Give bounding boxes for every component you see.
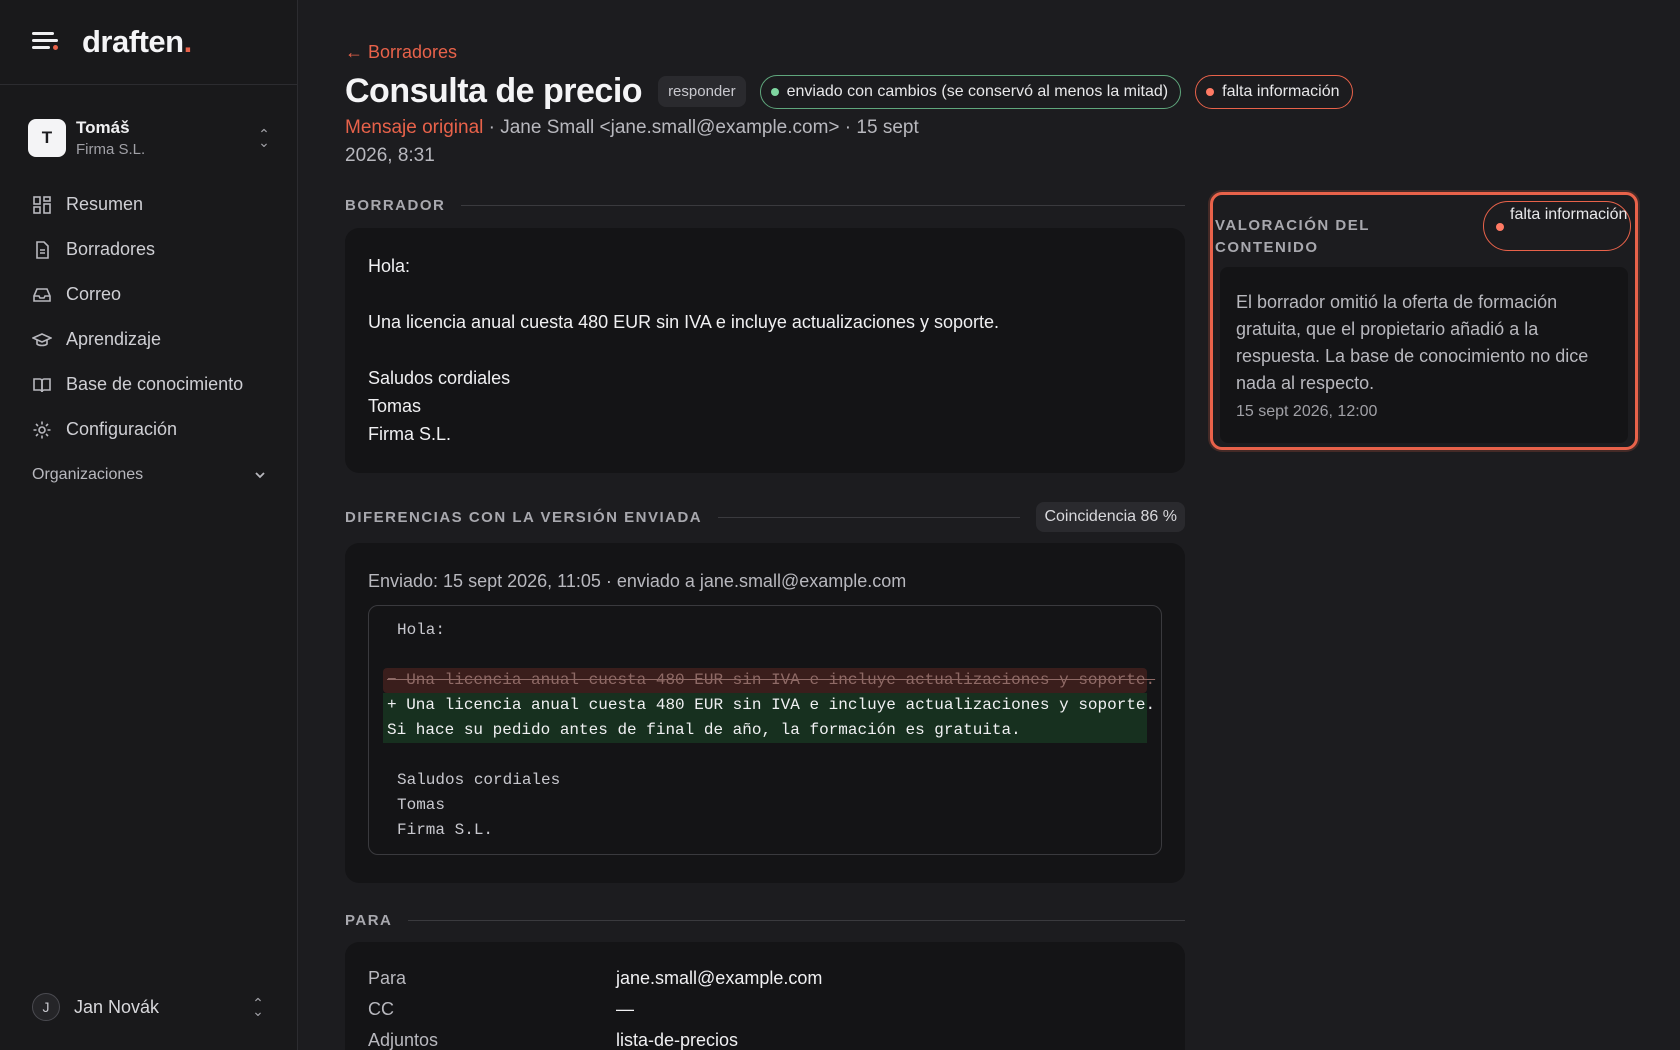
message-meta: Mensaje original · Jane Small <jane.smal… — [345, 117, 919, 166]
sidebar-item-label: Correo — [66, 284, 122, 304]
brand-bar: draften. — [0, 0, 297, 85]
assessment-text: El borrador omitió la oferta de formació… — [1236, 292, 1589, 393]
title-row: Consulta de precio responder enviado con… — [345, 72, 1367, 111]
diff-line: Saludos cordiales — [397, 771, 561, 789]
diff-view: Hola: − Una licencia anual cuesta 480 EU… — [368, 605, 1162, 855]
assessment-heading: VALORACIÓN DEL CONTENIDO — [1215, 217, 1370, 256]
sidebar-item-base-de-conocimiento[interactable]: Base de conocimiento — [22, 362, 276, 407]
original-message-link[interactable]: Mensaje original — [345, 117, 483, 138]
recipients-section-heading: PARA — [345, 912, 1185, 929]
warning-dot-icon — [1206, 87, 1215, 96]
sidebar-item-label: Borradores — [66, 239, 156, 259]
gear-icon — [33, 421, 51, 438]
assessment-badge: falta información — [1483, 201, 1631, 251]
org-company: Firma S.L. — [76, 141, 146, 158]
graduation-cap-icon — [32, 332, 52, 346]
status-badge: enviado con cambios (se conservó al meno… — [759, 74, 1182, 109]
org-avatar: T — [28, 119, 66, 157]
diff-line — [383, 643, 1147, 668]
sidebar: draften. T Tomáš Firma S.L. ⌃ ⌄ Resumen B… — [0, 0, 298, 1050]
assessment-body: El borrador omitió la oferta de formació… — [1220, 267, 1628, 443]
diff-line: Hola: — [397, 621, 446, 639]
recipients-card: Para jane.small@example.com CC — Adjunto… — [345, 942, 1185, 1050]
diff-section-heading: DIFERENCIAS CON LA VERSIÓN ENVIADA Coinc… — [345, 502, 1185, 532]
sidebar-item-label: Base de conocimiento — [66, 374, 244, 394]
dashboard-icon — [33, 195, 51, 214]
diff-line: Tomas — [397, 796, 446, 814]
content-assessment-panel: VALORACIÓN DEL CONTENIDO falta informaci… — [1210, 192, 1638, 450]
recipient-value: jane.small@example.com — [616, 968, 823, 988]
organizations-label: Organizaciones — [32, 466, 144, 483]
sidebar-item-label: Aprendizaje — [66, 329, 162, 349]
sidebar-item-aprendizaje[interactable]: Aprendizaje — [22, 317, 276, 362]
sidebar-item-label: Resumen — [66, 194, 144, 214]
info-badge: falta información — [1195, 74, 1353, 109]
brand-logo[interactable]: draften. — [82, 24, 192, 60]
draft-section-heading: BORRADOR — [345, 197, 1185, 214]
chevron-updown-icon: ⌃ ⌄ — [252, 995, 264, 1019]
back-link[interactable]: ← Borradores — [345, 42, 457, 63]
diff-line-added: Si hace su pedido antes de final de año,… — [383, 718, 1147, 743]
avatar: J — [32, 993, 60, 1021]
sidebar-item-label: Configuración — [66, 419, 178, 439]
page-title: Consulta de precio — [345, 72, 643, 110]
draft-body: Hola: Una licencia anual cuesta 480 EUR … — [368, 256, 1000, 444]
diff-line-added: + Una licencia anual cuesta 480 EUR sin … — [383, 693, 1155, 718]
assessment-timestamp: 15 sept 2026, 12:00 — [1236, 403, 1378, 420]
org-switcher[interactable]: T Tomáš Firma S.L. ⌃ ⌄ — [28, 113, 272, 163]
diff-line — [383, 743, 1147, 768]
sidebar-nav: Resumen Borradores Correo Aprendizaje Ba… — [22, 182, 276, 452]
attachment-link[interactable]: lista-de-precios — [616, 1030, 738, 1050]
match-badge: Coincidencia 86 % — [1036, 502, 1185, 532]
attachments-label: Adjuntos — [368, 1030, 439, 1050]
inbox-icon — [33, 287, 51, 302]
sidebar-item-borradores[interactable]: Borradores — [22, 227, 276, 272]
organizations-toggle[interactable]: Organizaciones — [32, 466, 266, 484]
document-icon — [36, 240, 49, 259]
org-user-name: Tomáš — [76, 118, 130, 137]
cc-label: CC — [368, 999, 394, 1019]
warning-dot-icon — [1496, 223, 1504, 231]
menu-icon[interactable] — [32, 32, 58, 52]
status-dot-icon — [770, 87, 779, 96]
sidebar-item-correo[interactable]: Correo — [22, 272, 276, 317]
chevron-down-icon — [255, 472, 265, 479]
book-icon — [33, 377, 51, 392]
sidebar-item-configuracion[interactable]: Configuración — [22, 407, 276, 452]
diff-card: Enviado: 15 sept 2026, 11:05 · enviado a… — [345, 543, 1185, 883]
account-name: Jan Novák — [74, 996, 160, 1017]
sent-info: Enviado: 15 sept 2026, 11:05 · enviado a… — [368, 571, 907, 591]
cc-value: — — [616, 999, 634, 1019]
type-tag: responder — [658, 76, 746, 107]
draft-card: Hola: Una licencia anual cuesta 480 EUR … — [345, 228, 1185, 473]
diff-line: Firma S.L. — [397, 821, 494, 839]
chevron-updown-icon: ⌃ ⌄ — [258, 126, 270, 150]
diff-line-removed: − Una licencia anual cuesta 480 EUR sin … — [383, 668, 1155, 693]
recipient-label: Para — [368, 968, 407, 988]
account-switcher[interactable]: J Jan Novák ⌃ ⌄ — [32, 993, 266, 1021]
sidebar-item-resumen[interactable]: Resumen — [22, 182, 276, 227]
